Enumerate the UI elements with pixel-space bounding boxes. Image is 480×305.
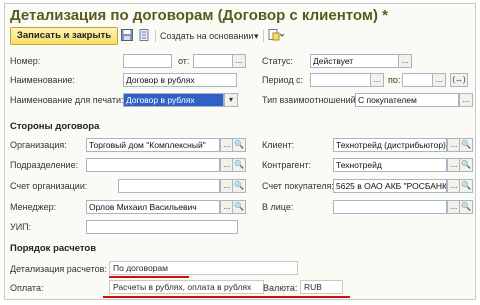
toolbar-divider	[263, 30, 264, 42]
search-icon[interactable]: 🔍	[459, 138, 473, 152]
search-icon[interactable]: 🔍	[459, 200, 473, 214]
chevron-down-icon[interactable]: ▾	[224, 93, 238, 107]
currency-field[interactable]: RUB	[300, 280, 343, 294]
buyer-account-label: Счет покупателя:	[262, 181, 334, 191]
status-select-button[interactable]: ...	[398, 54, 412, 68]
uip-field[interactable]	[86, 220, 238, 234]
department-field[interactable]	[86, 158, 220, 172]
status-field[interactable]: Действует	[310, 54, 400, 68]
uip-label: УИП:	[10, 222, 32, 232]
date-from-label: от:	[178, 56, 190, 66]
department-label: Подразделение:	[10, 160, 79, 170]
period-from-label: Период с:	[262, 75, 304, 85]
counterparty-label: Контрагент:	[262, 160, 312, 170]
save-icon[interactable]	[121, 29, 133, 41]
highlight-underline	[109, 276, 189, 278]
in-person-label: В лице:	[262, 202, 294, 212]
number-field[interactable]	[123, 54, 172, 68]
link-period-button[interactable]: (↔)	[450, 73, 468, 87]
search-icon[interactable]: 🔍	[232, 158, 246, 172]
period-from-field[interactable]	[310, 73, 372, 87]
print-name-label: Наименование для печати:	[10, 95, 124, 105]
organization-label: Организация:	[10, 140, 67, 150]
date-picker-button[interactable]: ...	[232, 54, 246, 68]
create-based-on-button[interactable]: Создать на основании	[160, 31, 253, 41]
manager-field[interactable]: Орлов Михаил Васильевич	[86, 200, 220, 214]
relation-type-field[interactable]: С покупателем	[355, 93, 459, 107]
search-icon[interactable]: 🔍	[459, 158, 473, 172]
name-field[interactable]: Договор в рублях	[123, 73, 237, 87]
relation-type-label: Тип взаимоотношений:	[262, 95, 359, 105]
toolbar-divider	[155, 30, 156, 42]
search-icon[interactable]: 🔍	[459, 179, 473, 193]
manager-label: Менеджер:	[10, 202, 57, 212]
parties-section-title: Стороны договора	[10, 121, 100, 132]
number-label: Номер:	[10, 56, 41, 66]
status-label: Статус:	[262, 56, 293, 66]
settlement-detail-label: Детализация расчетов:	[10, 264, 107, 274]
search-icon[interactable]: 🔍	[232, 200, 246, 214]
page-title: Детализация по договорам (Договор с клие…	[10, 7, 388, 24]
period-to-picker-button[interactable]: ...	[432, 73, 446, 87]
org-account-field[interactable]	[118, 179, 220, 193]
currency-label: Валюта:	[263, 283, 298, 293]
client-field[interactable]: Технотрейд (дистрибьютор)	[333, 138, 447, 152]
search-icon[interactable]: 🔍	[232, 179, 246, 193]
buyer-account-field[interactable]: 5625 в ОАО АКБ "РОСБАНК"	[333, 179, 447, 193]
highlight-underline	[103, 296, 350, 298]
org-account-label: Счет организации:	[10, 181, 88, 191]
client-label: Клиент:	[262, 140, 295, 150]
relation-select-button[interactable]: ...	[459, 93, 473, 107]
document-action-icon[interactable]	[268, 29, 285, 41]
period-to-field[interactable]	[402, 73, 434, 87]
period-from-picker-button[interactable]: ...	[370, 73, 384, 87]
date-field[interactable]	[193, 54, 235, 68]
search-icon[interactable]: 🔍	[232, 138, 246, 152]
chevron-down-icon[interactable]: ▾	[254, 31, 259, 42]
document-list-icon[interactable]	[138, 29, 150, 41]
period-to-label: по:	[388, 75, 401, 85]
print-name-field[interactable]: Договор в рублях	[123, 93, 224, 107]
payment-label: Оплата:	[10, 283, 44, 293]
organization-field[interactable]: Торговый дом "Комплексный"	[86, 138, 220, 152]
payment-field[interactable]: Расчеты в рублях, оплата в рублях	[109, 280, 264, 294]
save-and-close-button[interactable]: Записать и закрыть	[10, 27, 118, 45]
in-person-field[interactable]	[333, 200, 447, 214]
counterparty-field[interactable]: Технотрейд	[333, 158, 447, 172]
payment-section-title: Порядок расчетов	[10, 243, 97, 254]
name-label: Наименование:	[10, 75, 75, 85]
settlement-detail-field[interactable]: По договорам	[109, 261, 298, 275]
